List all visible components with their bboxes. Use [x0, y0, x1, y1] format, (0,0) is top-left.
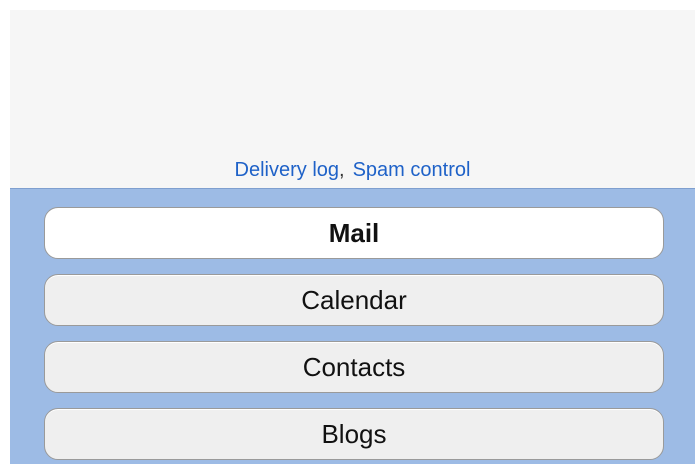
nav-button-calendar[interactable]: Calendar	[44, 274, 664, 326]
delivery-log-link[interactable]: Delivery log	[235, 159, 339, 181]
header-area: Delivery log, Spam control	[10, 10, 695, 188]
mail-panel: Delivery log, Spam control Mail Calendar …	[0, 0, 695, 464]
nav-button-contacts[interactable]: Contacts	[44, 341, 664, 393]
links-row: Delivery log, Spam control	[10, 159, 695, 182]
nav-button-blogs[interactable]: Blogs	[44, 408, 664, 460]
spam-control-link[interactable]: Spam control	[353, 159, 471, 181]
nav-button-mail[interactable]: Mail	[44, 207, 664, 259]
app-navigation: Mail Calendar Contacts Blogs	[10, 188, 695, 464]
link-separator: ,	[339, 159, 345, 181]
